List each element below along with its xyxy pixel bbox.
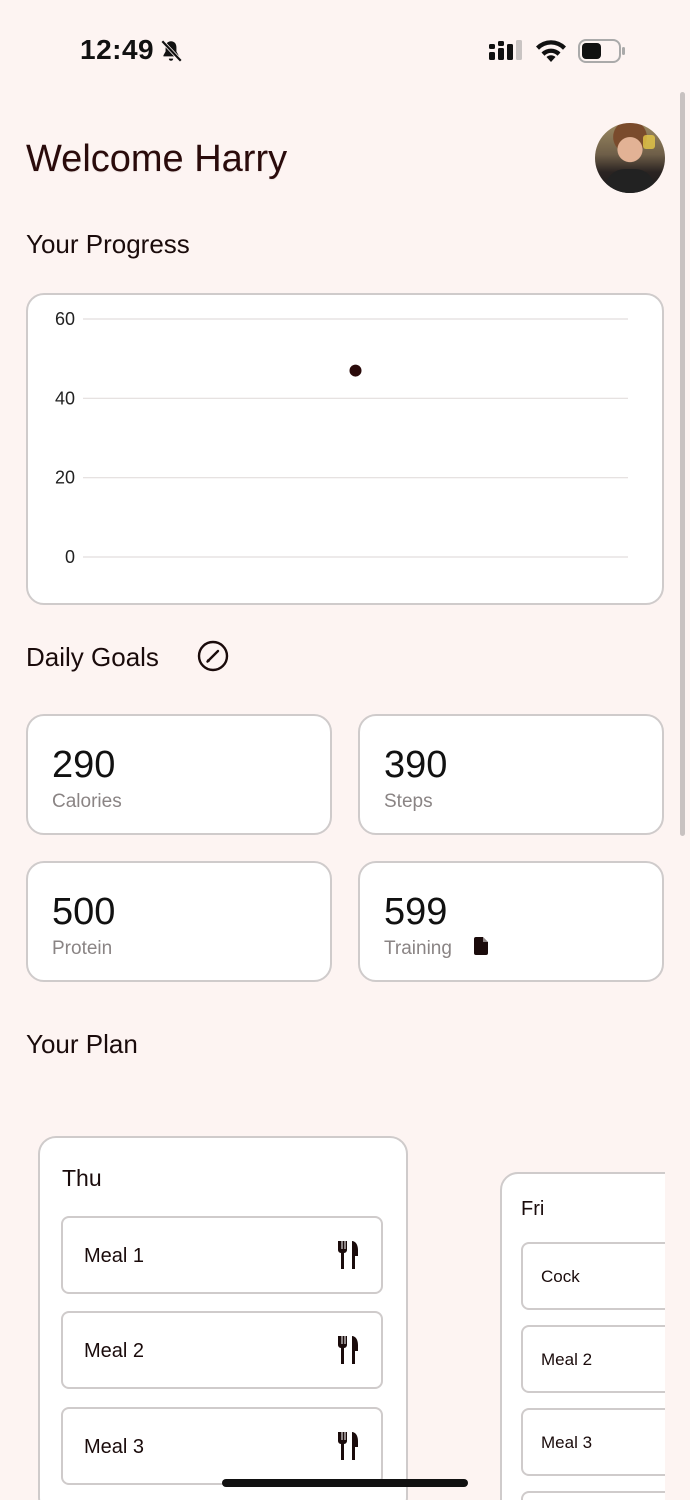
welcome-title: Welcome Harry <box>26 138 288 180</box>
day-card-fri[interactable]: Fri Cock Meal 2 Meal 3 <box>500 1172 665 1500</box>
goal-label: Steps <box>384 791 433 812</box>
y-tick-label: 40 <box>55 388 75 408</box>
goal-value: 290 <box>52 744 116 786</box>
data-point[interactable] <box>349 364 362 377</box>
wifi-icon <box>536 40 566 62</box>
goal-card-calories[interactable]: 290 Calories <box>26 714 332 835</box>
y-tick-label: 0 <box>65 547 75 567</box>
plan-title: Your Plan <box>26 1029 138 1059</box>
fork-knife-icon <box>338 1336 358 1364</box>
goal-card-training[interactable]: 599 Training <box>358 861 664 982</box>
meal-label: Meal 2 <box>541 1350 593 1369</box>
progress-chart-svg: 60 40 20 0 <box>55 309 628 567</box>
y-tick-label: 60 <box>55 309 75 329</box>
battery-icon <box>578 39 625 63</box>
meal-item[interactable] <box>521 1491 665 1500</box>
meal-label: Meal 3 <box>84 1436 145 1458</box>
status-time: 12:49 <box>80 34 155 65</box>
meal-label: Meal 3 <box>541 1433 593 1452</box>
goal-card-protein[interactable]: 500 Protein <box>26 861 332 982</box>
meal-label: Cock <box>541 1267 580 1286</box>
daily-goals-title: Daily Goals <box>26 642 159 672</box>
avatar-background <box>643 135 655 149</box>
meal-item[interactable]: Cock <box>521 1242 665 1310</box>
signal-icon <box>489 40 522 60</box>
day-card-thu[interactable]: Thu Meal 1 Meal 2 Meal 3 <box>38 1136 408 1500</box>
avatar[interactable] <box>595 123 665 193</box>
avatar-figure <box>605 169 655 193</box>
day-title: Thu <box>62 1165 102 1191</box>
fork-knife-icon <box>338 1432 358 1460</box>
bell-off-icon <box>160 39 183 63</box>
meal-item[interactable]: Meal 3 <box>521 1408 665 1476</box>
meal-label: Meal 1 <box>84 1245 145 1267</box>
meal-item[interactable]: Meal 2 <box>521 1325 665 1393</box>
home-indicator[interactable] <box>222 1479 468 1487</box>
meal-item[interactable]: Meal 1 <box>61 1216 383 1294</box>
goal-value: 500 <box>52 891 116 933</box>
goal-label: Training <box>384 938 452 959</box>
goal-label: Calories <box>52 791 122 812</box>
y-tick-label: 20 <box>55 468 75 488</box>
document-icon[interactable] <box>474 937 490 955</box>
progress-title: Your Progress <box>26 229 190 259</box>
goal-value: 390 <box>384 744 448 786</box>
fork-knife-icon <box>338 1241 358 1269</box>
goal-label: Protein <box>52 938 113 959</box>
day-title: Fri <box>521 1198 545 1220</box>
edit-icon[interactable] <box>197 640 229 672</box>
scroll-indicator[interactable] <box>680 92 685 836</box>
goal-card-steps[interactable]: 390 Steps <box>358 714 664 835</box>
meal-item[interactable]: Meal 2 <box>61 1311 383 1389</box>
meal-label: Meal 2 <box>84 1340 145 1362</box>
status-bar: 12:49 <box>0 0 690 100</box>
meal-item[interactable]: Meal 3 <box>61 1407 383 1485</box>
progress-chart: 60 40 20 0 <box>26 293 664 605</box>
goal-value: 599 <box>384 891 448 933</box>
